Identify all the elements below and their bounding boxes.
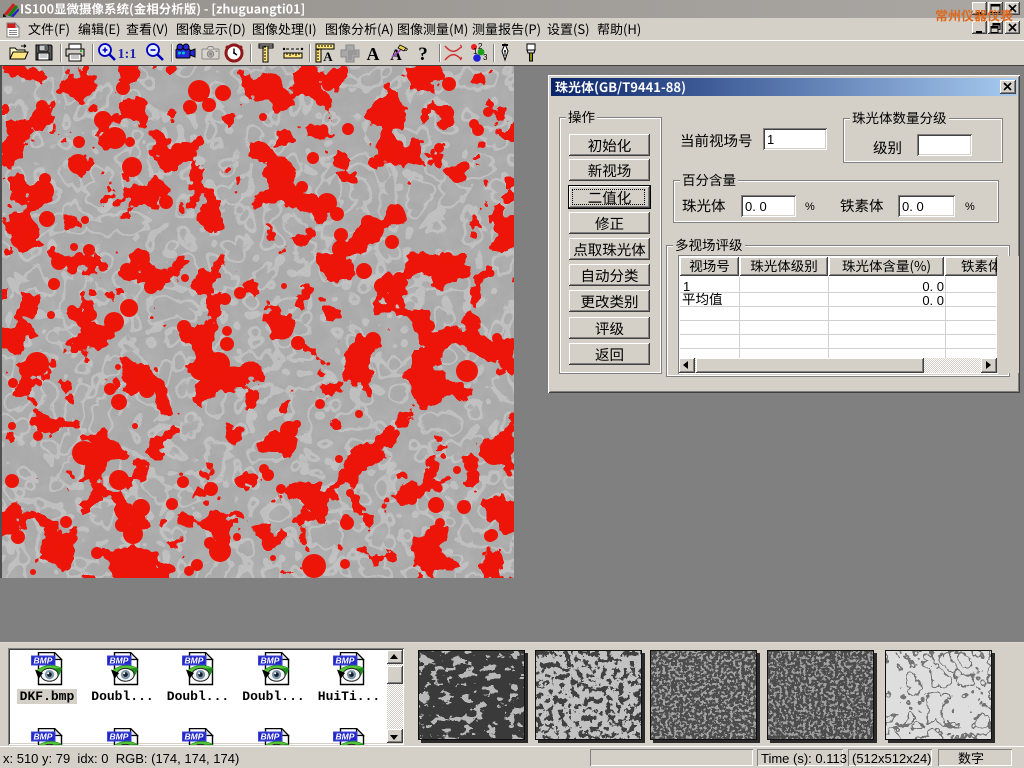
svg-text:A: A [323, 49, 333, 64]
svg-text:A: A [367, 44, 380, 64]
svg-text:1:1: 1:1 [118, 47, 137, 62]
svg-text:2: 2 [478, 42, 483, 51]
svg-text:?: ? [418, 44, 428, 65]
svg-text:3: 3 [483, 53, 488, 62]
